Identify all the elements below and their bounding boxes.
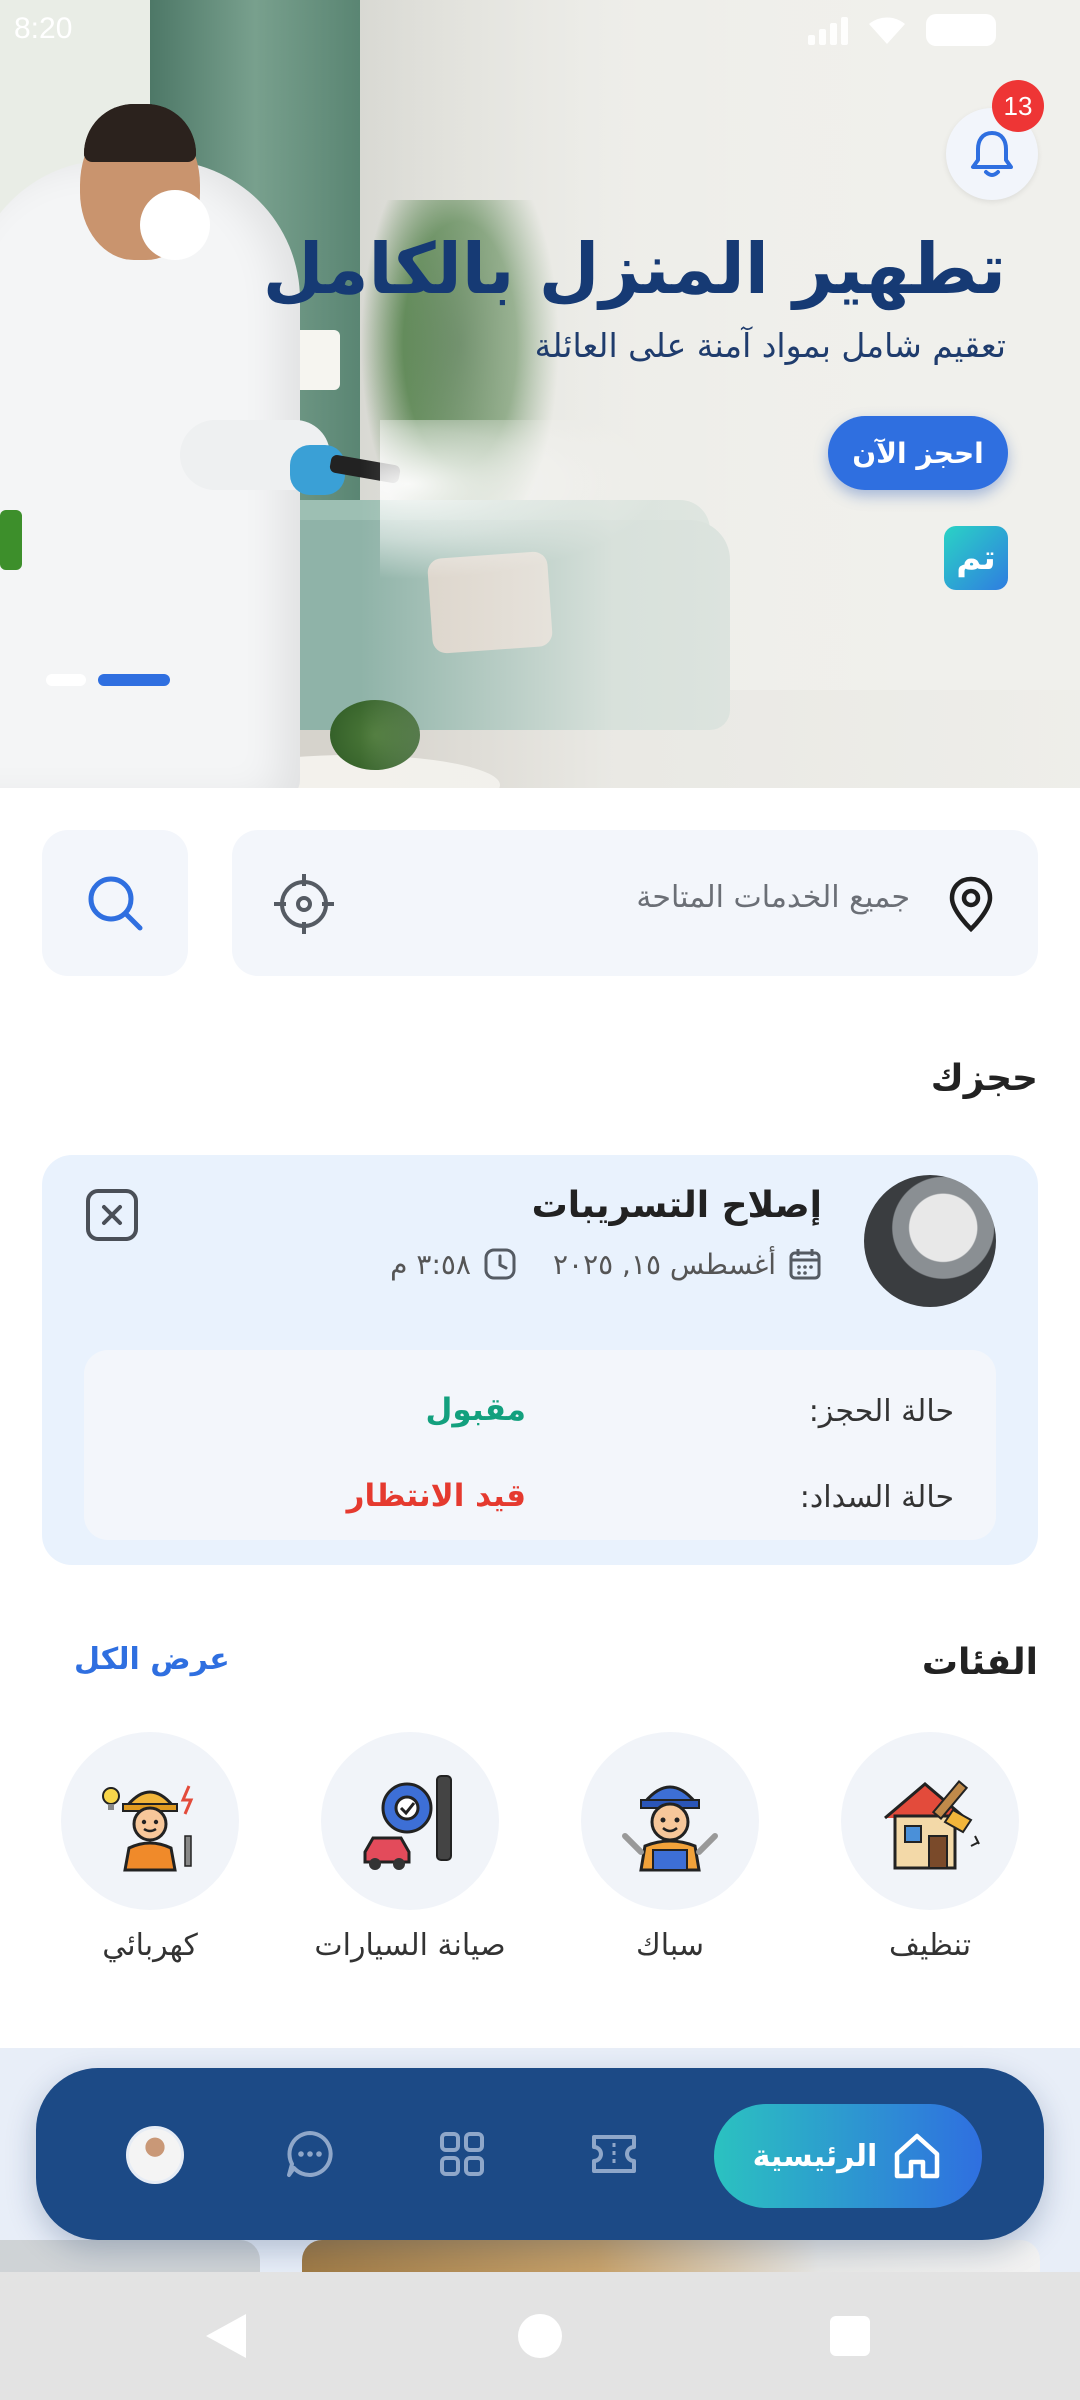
search-button[interactable]	[42, 830, 188, 976]
nav-services-button[interactable]	[432, 2124, 492, 2184]
calendar-icon	[789, 1249, 821, 1280]
search-input[interactable]: جميع الخدمات المتاحة	[232, 830, 1038, 976]
category-plumber[interactable]: سباك	[540, 1732, 800, 1963]
current-location-icon[interactable]	[272, 872, 336, 936]
category-cleaning[interactable]: تنظيف	[800, 1732, 1060, 1963]
ticket-icon	[592, 2135, 636, 2173]
grid-icon	[440, 2132, 484, 2176]
nav-bookings-button[interactable]	[584, 2124, 644, 2184]
category-plumber-label: سباك	[635, 1928, 705, 1963]
electrician-icon	[102, 1785, 194, 1872]
payment-status-value: قيد الانتظار	[346, 1478, 526, 1514]
payment-status-label: حالة السداد:	[799, 1480, 954, 1515]
battery-icon	[926, 14, 996, 46]
search-placeholder: جميع الخدمات المتاحة	[636, 880, 910, 915]
booking-service-thumbnail	[864, 1175, 996, 1307]
status-icons	[808, 14, 996, 46]
view-all-link[interactable]: عرض الكل	[74, 1642, 230, 1677]
hero-subtitle: تعقيم شامل بمواد آمنة على العائلة	[534, 326, 1006, 365]
clock-icon	[484, 1248, 516, 1280]
cleaning-icon	[884, 1780, 980, 1870]
category-plumber-circle	[581, 1732, 759, 1910]
car-maintenance-icon	[363, 1775, 452, 1870]
booking-status-value: مقبول	[425, 1392, 527, 1428]
category-electrician[interactable]: كهربائي	[20, 1732, 280, 1963]
hero-tank	[0, 510, 22, 570]
book-now-button[interactable]: احجز الآن	[828, 416, 1008, 490]
nav-chat-button[interactable]	[280, 2124, 340, 2184]
booking-status-box: حالة الحجز: مقبول حالة السداد: قيد الانت…	[84, 1350, 996, 1540]
category-car-maintenance[interactable]: صيانة السيارات	[280, 1732, 540, 1963]
system-navigation-bar	[0, 2272, 1080, 2400]
category-cleaning-circle	[841, 1732, 1019, 1910]
nav-profile-avatar[interactable]	[126, 2126, 184, 2184]
booking-section-title: حجزك	[930, 1058, 1038, 1099]
carousel-dot-2-active[interactable]	[98, 674, 170, 686]
booking-card[interactable]: إصلاح التسريبات أغسطس ١٥, ٢٠٢٥ ٣:٥٨ م حا…	[42, 1155, 1038, 1565]
booking-status-row: حالة الحجز: مقبول	[84, 1384, 996, 1444]
search-icon	[88, 876, 143, 931]
booking-service-name: إصلاح التسريبات	[531, 1185, 822, 1226]
brand-logo: تم	[944, 526, 1008, 590]
wifi-icon	[869, 17, 905, 44]
category-car-maintenance-circle	[321, 1732, 499, 1910]
nav-home-label: الرئيسية	[752, 2138, 878, 2174]
category-electrician-label: كهربائي	[102, 1928, 198, 1963]
booking-status-label: حالة الحجز:	[808, 1394, 954, 1429]
booking-time: ٣:٥٨ م	[390, 1247, 471, 1281]
hero-banner[interactable]: 8:20 13 تطهير المنزل بالكامل تعقيم شامل …	[0, 0, 1080, 788]
system-recents-button[interactable]	[830, 2316, 870, 2356]
carousel-dot-1[interactable]	[46, 674, 86, 686]
hero-title: تطهير المنزل بالكامل	[262, 228, 1006, 310]
chat-icon	[287, 2131, 333, 2177]
plumber-icon	[622, 1785, 718, 1872]
bottom-nav: الرئيسية	[36, 2068, 1044, 2240]
category-cleaning-label: تنظيف	[888, 1928, 972, 1963]
system-back-button[interactable]	[206, 2314, 246, 2358]
home-icon	[895, 2133, 940, 2179]
close-icon	[102, 1205, 122, 1225]
location-pin-icon	[949, 876, 993, 932]
booking-datetime: أغسطس ١٥, ٢٠٢٥ ٣:٥٨ م	[390, 1247, 822, 1281]
status-time: 8:20	[14, 12, 73, 45]
booking-date: أغسطس ١٥, ٢٠٢٥	[552, 1247, 776, 1281]
hero-worker-mask	[140, 190, 210, 260]
notifications-badge: 13	[992, 80, 1044, 132]
system-home-button[interactable]	[518, 2314, 562, 2358]
category-electrician-circle	[61, 1732, 239, 1910]
category-car-maintenance-label: صيانة السيارات	[314, 1928, 506, 1963]
categories-section-title: الفئات	[921, 1642, 1038, 1683]
carousel-dots[interactable]	[46, 674, 170, 686]
signal-icon	[808, 15, 848, 45]
nav-home-button[interactable]: الرئيسية	[714, 2104, 982, 2208]
bell-icon	[971, 131, 1013, 177]
cancel-booking-button[interactable]	[86, 1189, 138, 1241]
payment-status-row: حالة السداد: قيد الانتظار	[84, 1470, 996, 1530]
